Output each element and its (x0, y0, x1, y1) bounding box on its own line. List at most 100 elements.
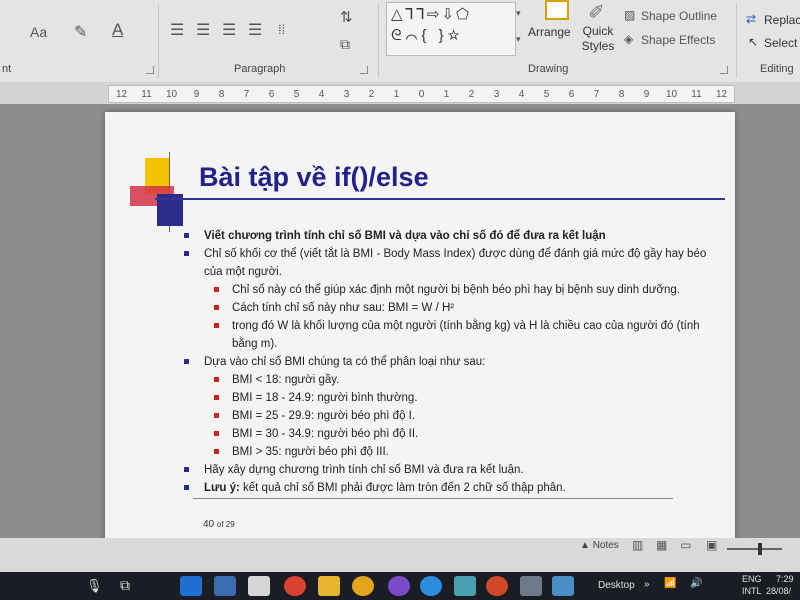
shape-effects-button[interactable]: Shape Effects (641, 33, 716, 47)
ruler-tick: 7 (243, 88, 250, 100)
keyboard-language-top[interactable]: ENG (742, 574, 762, 584)
bullet-icon (214, 449, 219, 454)
viber-icon[interactable] (388, 576, 410, 596)
bullet-text: BMI < 18: người gầy. (232, 374, 340, 386)
app-icon-2[interactable] (552, 576, 574, 596)
tray-expand-icon[interactable]: » (644, 579, 650, 590)
bullet-text: BMI = 25 - 29.9: người béo phì độ I. (232, 410, 416, 422)
sub-bullet-item: BMI = 18 - 24.9: người bình thường. (180, 389, 720, 407)
clock-time[interactable]: 7:29 (776, 574, 794, 584)
task-view-icon[interactable]: ⧉ (120, 577, 130, 594)
replace-button[interactable]: Replace (764, 13, 800, 27)
divider (378, 4, 379, 78)
desktop-toolbar-label[interactable]: Desktop (598, 580, 635, 591)
powerpoint-icon[interactable] (486, 576, 508, 596)
app-icon[interactable] (520, 576, 542, 596)
microphone-icon[interactable]: 🎙 (86, 578, 103, 594)
chrome-icon[interactable] (284, 576, 306, 596)
bullet-item: Viết chương trình tính chỉ số BMI và dựa… (180, 227, 720, 245)
bullet-text: Chỉ số khối cơ thể (viết tắt là BMI - Bo… (204, 248, 707, 278)
bullet-icon (214, 323, 219, 328)
photos-icon[interactable] (454, 576, 476, 596)
bullet-text: BMI = 18 - 24.9: người bình thường. (232, 392, 418, 404)
shape-outline-icon: ▨ (624, 8, 636, 22)
ruler-tick: 4 (318, 88, 325, 100)
columns-icon[interactable]: ⁞⁞ (278, 22, 285, 37)
ruler-tick: 6 (568, 88, 575, 100)
reading-view-icon[interactable]: ▭ (680, 538, 691, 552)
bullet-icon (214, 431, 219, 436)
text-direction-icon[interactable]: ⇅ (340, 8, 353, 26)
gallery-more-icon[interactable]: ▾ (516, 34, 521, 45)
zoom-slider-handle[interactable] (758, 543, 762, 555)
bullet-item: Chỉ số khối cơ thể (viết tắt là BMI - Bo… (180, 245, 720, 281)
ruler-tick: 8 (218, 88, 225, 100)
volume-icon[interactable]: 🔊 (690, 578, 702, 589)
clock-date[interactable]: 28/08/ (766, 586, 791, 596)
quick-styles-button[interactable]: Quick Styles (578, 24, 618, 54)
bullet-icon (184, 233, 189, 238)
ruler-tick: 3 (493, 88, 500, 100)
edge-icon[interactable] (180, 576, 202, 596)
highlight-icon[interactable]: ✎ (74, 22, 87, 42)
gallery-scroll-icon[interactable]: ▾ (516, 8, 521, 19)
bullet-text: trong đó W là khối lượng của một người (… (232, 320, 700, 350)
align-left-icon[interactable]: ☰ (170, 20, 184, 40)
ruler-tick: 7 (593, 88, 600, 100)
internet-explorer-icon[interactable] (420, 576, 442, 596)
horizontal-ruler[interactable]: 12 11 10 9 8 7 6 5 4 3 2 1 0 1 2 3 4 5 6 7 8 9 10 11 12 (0, 82, 800, 104)
ruler-tick: 3 (343, 88, 350, 100)
sub-bullet-item: Chỉ số này có thể giúp xác định một ngườ… (180, 281, 720, 299)
shape-outline-button[interactable]: Shape Outline (641, 9, 717, 23)
arrange-icon (545, 0, 569, 20)
paragraph-group-label: Paragraph (234, 63, 286, 75)
chrome-icon-2[interactable] (352, 576, 374, 596)
slideshow-icon[interactable]: ▣ (706, 538, 717, 552)
title-underline (155, 198, 725, 200)
ruler-tick: 10 (665, 88, 678, 100)
select-button[interactable]: Select (764, 36, 797, 50)
page-number-value: 40 (203, 519, 215, 530)
store-icon[interactable] (214, 576, 236, 596)
slide-title[interactable]: Bài tập về if()/else (199, 162, 429, 193)
bullet-icon (214, 377, 219, 382)
bullet-icon (214, 395, 219, 400)
note-text: kết quả chỉ số BMI phải được làm tròn đế… (239, 482, 566, 494)
ruler-scale: 12 11 10 9 8 7 6 5 4 3 2 1 0 1 2 3 4 5 6 7 8 9 10 11 12 (108, 85, 735, 103)
font-dialog-launcher-icon[interactable] (146, 66, 154, 74)
slide-sorter-icon[interactable]: ▦ (656, 538, 667, 552)
ruler-tick: 11 (691, 88, 702, 100)
bullet-icon (184, 251, 189, 256)
shapes-gallery[interactable]: △ᒣᒣ⇨⇩⬠ ᘓ⌒{ }☆ (386, 2, 516, 56)
arrange-button[interactable]: Arrange (528, 25, 571, 39)
ruler-tick: 11 (141, 88, 152, 100)
sub-bullet-item: Cách tính chỉ số này như sau: BMI = W / … (180, 299, 720, 317)
font-color-icon[interactable]: A (112, 20, 123, 40)
ruler-tick: 2 (468, 88, 475, 100)
slide-page[interactable]: Bài tập về if()/else Viết chương trình t… (105, 112, 735, 542)
drawing-dialog-launcher-icon[interactable] (720, 66, 728, 74)
font-aa-button[interactable]: Aa (30, 24, 47, 40)
note-item: Lưu ý: kết quả chỉ số BMI phải được làm … (180, 479, 720, 497)
ruler-tick: 12 (715, 88, 728, 100)
network-icon[interactable]: 📶 (664, 578, 676, 589)
file-explorer-icon[interactable] (318, 576, 340, 596)
paragraph-dialog-launcher-icon[interactable] (360, 66, 368, 74)
bullet-item: Dựa vào chỉ số BMI chúng ta có thể phân … (180, 353, 720, 371)
ruler-tick: 12 (115, 88, 128, 100)
slide-body[interactable]: Viết chương trình tính chỉ số BMI và dựa… (180, 227, 720, 497)
align-center-icon[interactable]: ☰ (196, 20, 210, 40)
keyboard-language-bottom[interactable]: INTL (742, 586, 762, 596)
bullet-text: BMI = 30 - 34.9: người béo phì độ II. (232, 428, 419, 440)
justify-icon[interactable]: ☰ (248, 20, 262, 40)
drawing-group-label: Drawing (528, 63, 569, 75)
align-right-icon[interactable]: ☰ (222, 20, 236, 40)
zoom-slider[interactable] (727, 548, 782, 550)
mail-icon[interactable] (248, 576, 270, 596)
notes-button[interactable]: ▲ Notes (580, 540, 619, 551)
divider (736, 4, 737, 78)
ruler-tick: 1 (443, 88, 450, 100)
normal-view-icon[interactable]: ▥ (632, 538, 643, 552)
select-icon: ↖ (748, 35, 759, 49)
smartart-icon[interactable]: ⧉ (340, 36, 350, 53)
